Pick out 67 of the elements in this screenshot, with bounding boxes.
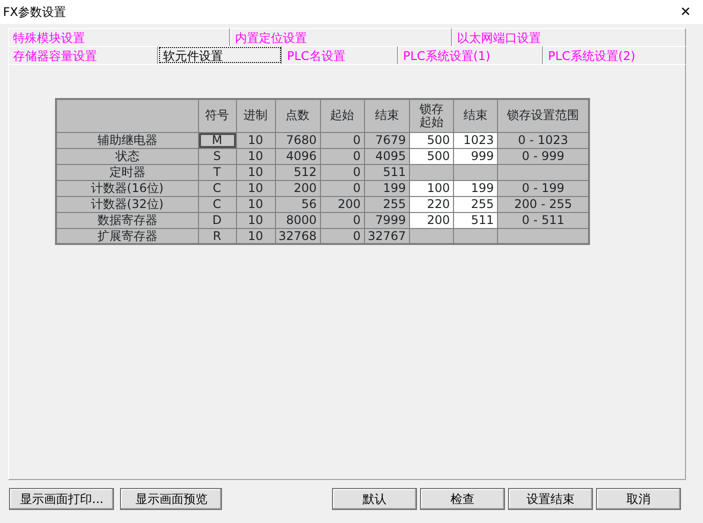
row-header: 辅助继电器 bbox=[56, 132, 198, 148]
tab[interactable]: 软元件设置 bbox=[158, 46, 282, 64]
table-cell: 10 bbox=[236, 180, 275, 196]
table-cell: 4095 bbox=[364, 148, 410, 164]
table-cell: 512 bbox=[275, 164, 320, 180]
table-cell: 0 bbox=[320, 212, 364, 228]
table-cell: 200 - 255 bbox=[497, 196, 590, 212]
table-cell[interactable]: C bbox=[198, 180, 236, 196]
row-header: 数据寄存器 bbox=[56, 212, 198, 228]
table-cell: 10 bbox=[236, 196, 275, 212]
table-cell: 199 bbox=[364, 180, 410, 196]
table-cell: 10 bbox=[236, 132, 275, 148]
row-header: 计数器(16位) bbox=[56, 180, 198, 196]
row-header: 状态 bbox=[56, 148, 198, 164]
table-cell: 4096 bbox=[275, 148, 320, 164]
dialog-button[interactable]: 默认 bbox=[332, 488, 417, 510]
column-header: 符号 bbox=[198, 99, 236, 132]
input-field[interactable]: 500 bbox=[409, 132, 454, 148]
close-button[interactable]: ✕ bbox=[676, 6, 695, 18]
table-cell[interactable]: M bbox=[198, 132, 236, 148]
column-header: 进制 bbox=[236, 99, 275, 132]
table-cell[interactable]: S bbox=[198, 148, 236, 164]
table-cell: 0 - 511 bbox=[497, 212, 590, 228]
input-field[interactable]: 255 bbox=[453, 196, 498, 212]
row-header: 定时器 bbox=[56, 164, 198, 180]
table-cell: 255 bbox=[364, 196, 410, 212]
table-cell: 10 bbox=[236, 164, 275, 180]
input-field[interactable]: 100 bbox=[409, 180, 454, 196]
table-cell: 200 bbox=[275, 180, 320, 196]
input-field[interactable]: 199 bbox=[453, 180, 498, 196]
table-cell: 0 - 199 bbox=[497, 180, 590, 196]
column-header: 点数 bbox=[275, 99, 320, 132]
table-cell: 7680 bbox=[275, 132, 320, 148]
input-field[interactable]: 1023 bbox=[453, 132, 498, 148]
table-cell: 7679 bbox=[364, 132, 410, 148]
table-cell[interactable]: C bbox=[198, 196, 236, 212]
row-header: 计数器(32位) bbox=[56, 196, 198, 212]
table-cell: 8000 bbox=[275, 212, 320, 228]
dialog-button[interactable]: 取消 bbox=[596, 488, 681, 510]
input-field[interactable]: 500 bbox=[409, 148, 454, 164]
table-cell: 0 bbox=[320, 164, 364, 180]
input-field[interactable]: 511 bbox=[453, 212, 498, 228]
table-cell: 56 bbox=[275, 196, 320, 212]
table-cell[interactable]: T bbox=[198, 164, 236, 180]
table-cell: 0 bbox=[320, 180, 364, 196]
table-cell: 0 - 999 bbox=[497, 148, 590, 164]
column-header: 起始 bbox=[320, 99, 364, 132]
column-header: 锁存起始 bbox=[409, 99, 454, 132]
dialog-button[interactable]: 显示画面预览 bbox=[120, 488, 222, 510]
table-cell: 7999 bbox=[364, 212, 410, 228]
column-header: 结束 bbox=[453, 99, 498, 132]
dialog-button[interactable]: 显示画面打印... bbox=[9, 488, 114, 510]
table-cell: 200 bbox=[320, 196, 364, 212]
table-cell[interactable]: D bbox=[198, 212, 236, 228]
table-cell: 0 bbox=[320, 132, 364, 148]
input-field[interactable]: 200 bbox=[409, 212, 454, 228]
table-cell: 0 - 1023 bbox=[497, 132, 590, 148]
dialog-button[interactable]: 检查 bbox=[420, 488, 505, 510]
column-header: 结束 bbox=[364, 99, 410, 132]
dialog-button[interactable]: 设置结束 bbox=[508, 488, 593, 510]
input-field[interactable]: 220 bbox=[409, 196, 454, 212]
input-field[interactable]: 999 bbox=[453, 148, 498, 164]
table-cell: 10 bbox=[236, 212, 275, 228]
table-cell: 10 bbox=[236, 148, 275, 164]
table-cell: 0 bbox=[320, 148, 364, 164]
window-title: FX参数设置 bbox=[3, 4, 66, 21]
table-cell: 511 bbox=[364, 164, 410, 180]
